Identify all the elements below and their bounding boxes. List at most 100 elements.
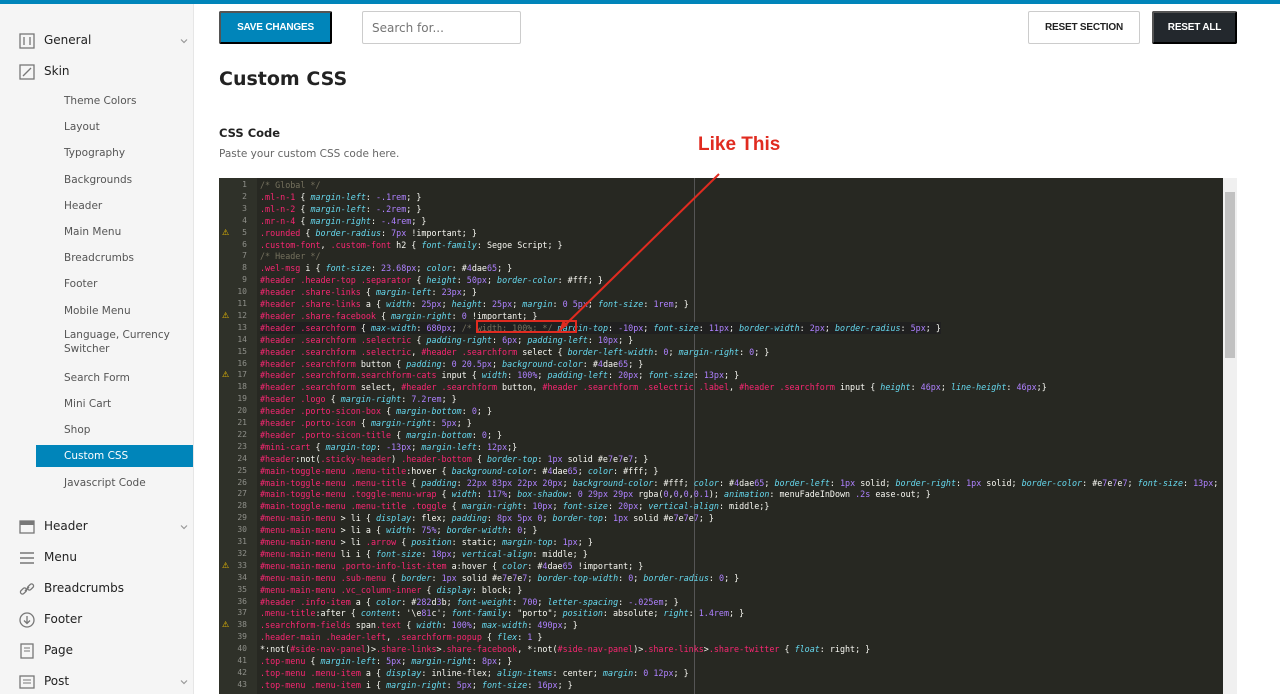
line-number: 23 <box>237 441 247 451</box>
sidebar-item-skin[interactable]: Skin <box>0 59 193 85</box>
code-line: #menu-main-menu li i { font-size: 18px; … <box>260 548 588 559</box>
sidebar-subitem-shop[interactable]: Shop <box>36 419 193 441</box>
line-number: 19 <box>237 394 247 404</box>
code-line: #header .searchform .selectric { padding… <box>260 334 634 345</box>
line-number: 31 <box>237 537 247 546</box>
code-line: #header .share-links a { width: 25px; he… <box>260 299 689 309</box>
sidebar-subitem-header[interactable]: Header <box>36 195 193 217</box>
line-number: 8 <box>242 263 247 273</box>
reset-all-button[interactable]: RESET ALL <box>1152 11 1237 44</box>
code-line: #header .logo { margin-right: 7.2rem; } <box>260 394 457 405</box>
sidebar-item-breadcrumbs[interactable]: Breadcrumbs <box>0 576 193 602</box>
line-number: 30 <box>237 525 247 535</box>
post-icon <box>18 673 36 691</box>
line-number: 15 <box>237 346 247 356</box>
line-number: 4 <box>242 215 247 225</box>
sidebar-item-label: Breadcrumbs <box>44 581 124 595</box>
save-changes-button[interactable]: SAVE CHANGES <box>219 11 332 44</box>
line-number: 37 <box>237 608 247 618</box>
sidebar-subitem-typography[interactable]: Typography <box>36 142 193 164</box>
line-number: 27 <box>237 489 247 499</box>
sidebar-item-general[interactable]: General <box>0 28 193 54</box>
code-line: #header .header-top .separator { height:… <box>260 275 603 286</box>
line-number: 2 <box>242 191 247 201</box>
sidebar-subitem-theme-colors[interactable]: Theme Colors <box>36 90 193 112</box>
link-icon <box>18 580 36 598</box>
sidebar-subitem-breadcrumbs[interactable]: Breadcrumbs <box>36 247 193 269</box>
line-number: 10 <box>237 287 247 297</box>
sidebar-item-label: Page <box>44 643 74 657</box>
code-line: #main-toggle-menu .menu-title .toggle { … <box>260 501 770 512</box>
code-line: #header .porto-icon { margin-right: 5px;… <box>260 418 472 428</box>
code-line: #menu-main-menu > li .arrow { position: … <box>260 537 593 547</box>
warning-icon: ⚠ <box>222 620 230 630</box>
line-number: 36 <box>237 596 247 606</box>
line-number: 22 <box>237 429 247 439</box>
css-code-editor[interactable]: 1 /* Global */ 2 .ml-n-1 { margin-left: -.1… <box>219 178 1237 694</box>
code-line: /* Header */ <box>260 251 321 262</box>
sidebar-subitem-language-currency-switcher[interactable]: Language, Currency Switcher <box>36 326 193 356</box>
scrollbar-thumb[interactable] <box>1225 192 1235 358</box>
code-line: #header .porto-sicon-title { margin-bott… <box>260 429 503 440</box>
code-line: .top-menu .menu-item i { margin-right: 5… <box>260 679 573 690</box>
line-number: 14 <box>237 334 247 344</box>
editor-scrollbar[interactable] <box>1223 178 1237 694</box>
options-sidebar: General Skin Header Menu Breadcrumbs Footer Pa… <box>0 4 194 694</box>
sidebar-subitem-custom-css[interactable]: Custom CSS <box>36 445 193 468</box>
sidebar-item-page[interactable]: Page <box>0 638 193 664</box>
reset-section-button[interactable]: RESET SECTION <box>1028 11 1140 44</box>
header-icon <box>18 518 36 536</box>
line-number: 21 <box>237 418 247 427</box>
search-input[interactable] <box>362 11 521 44</box>
sliders-icon <box>18 32 36 50</box>
code-line: .top-menu { margin-left: 5px; margin-rig… <box>260 656 513 666</box>
line-number: 25 <box>237 465 247 475</box>
chevron-down-icon <box>178 521 190 533</box>
line-number: 11 <box>237 299 247 308</box>
line-number: 20 <box>237 406 247 416</box>
chevron-down-icon <box>178 35 190 47</box>
sidebar-subitem-search-form[interactable]: Search Form <box>36 367 193 389</box>
line-number: 26 <box>237 477 247 487</box>
code-line: .searchform-fields span.text { width: 10… <box>260 620 578 631</box>
sidebar-item-label: Footer <box>44 612 83 626</box>
line-number: 32 <box>237 548 247 558</box>
css-code-label: CSS Code <box>219 126 281 140</box>
code-line: .custom-font, .custom-font h2 { font-fam… <box>260 239 563 250</box>
line-number: 1 <box>242 180 247 189</box>
section-title: Custom CSS <box>219 68 348 90</box>
line-number: 39 <box>237 632 247 642</box>
sidebar-subitem-mobile-menu[interactable]: Mobile Menu <box>36 300 193 322</box>
sidebar-item-label: Menu <box>44 550 77 564</box>
code-line: .menu-title:after { content: '\e81c'; fo… <box>260 608 745 619</box>
code-line: .ml-n-2 { margin-left: -.2rem; } <box>260 203 422 214</box>
sidebar-subitem-javascript-code[interactable]: Javascript Code <box>36 472 193 494</box>
line-number: 28 <box>237 501 247 511</box>
code-line: #header:not(.sticky-header) .header-bott… <box>260 453 649 464</box>
css-code-description: Paste your custom CSS code here. <box>219 148 400 160</box>
sidebar-item-menu[interactable]: Menu <box>0 545 193 571</box>
menu-icon <box>18 549 36 567</box>
sidebar-item-post[interactable]: Post <box>0 669 193 694</box>
code-line: /* Global */ <box>260 180 321 190</box>
sidebar-subitem-main-menu[interactable]: Main Menu <box>36 221 193 243</box>
code-line: #header .searchform select, #header .sea… <box>260 382 1047 393</box>
code-line: #header .porto-sicon-box { margin-bottom… <box>260 406 493 417</box>
line-number: 42 <box>237 667 247 677</box>
line-number: 34 <box>237 572 247 582</box>
footer-icon <box>18 611 36 629</box>
sidebar-item-header[interactable]: Header <box>0 514 193 540</box>
sidebar-subitem-layout[interactable]: Layout <box>36 116 193 138</box>
warning-icon: ⚠ <box>222 310 230 320</box>
sidebar-subitem-footer[interactable]: Footer <box>36 273 193 295</box>
code-line: #header .searchform.searchform-cats inpu… <box>260 370 740 381</box>
code-line: #main-toggle-menu .menu-title { padding:… <box>260 477 1219 488</box>
code-line: .wel-msg i { font-size: 23.68px; color: … <box>260 263 513 274</box>
sidebar-item-footer[interactable]: Footer <box>0 607 193 633</box>
sidebar-subitem-backgrounds[interactable]: Backgrounds <box>36 169 193 191</box>
code-line: .rounded { border-radius: 7px !important… <box>260 227 477 238</box>
line-number: 41 <box>237 656 247 665</box>
code-line: .top-menu .menu-item a { display: inline… <box>260 667 689 678</box>
line-number: 9 <box>242 275 247 285</box>
sidebar-subitem-mini-cart[interactable]: Mini Cart <box>36 393 193 415</box>
